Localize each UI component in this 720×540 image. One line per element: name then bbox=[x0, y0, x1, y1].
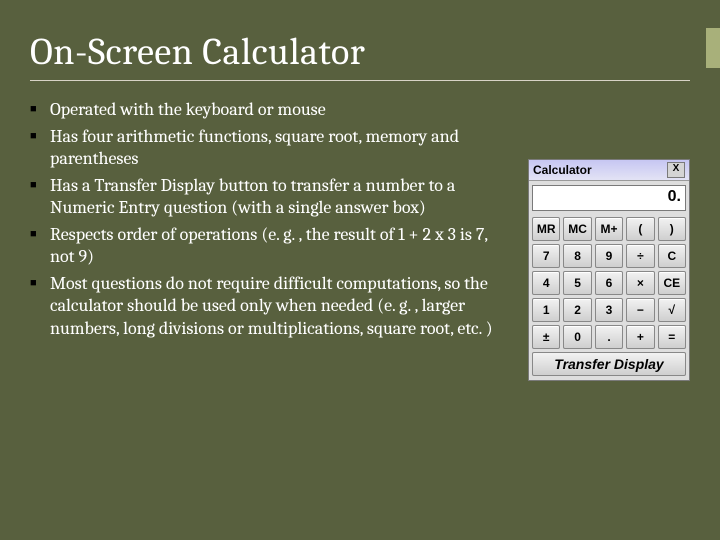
calc-btn-1[interactable]: 1 bbox=[532, 298, 560, 322]
calc-btn-ce[interactable]: CE bbox=[658, 271, 686, 295]
calc-btn-mc[interactable]: MC bbox=[563, 217, 591, 241]
bullet-item: Operated with the keyboard or mouse bbox=[30, 99, 514, 122]
bullet-list: Operated with the keyboard or mouse Has … bbox=[30, 99, 528, 344]
calc-btn-clear[interactable]: C bbox=[658, 244, 686, 268]
calc-btn-0[interactable]: 0 bbox=[563, 325, 591, 349]
calc-btn-7[interactable]: 7 bbox=[532, 244, 560, 268]
calc-btn-mplus[interactable]: M+ bbox=[595, 217, 623, 241]
calc-btn-dot[interactable]: . bbox=[595, 325, 623, 349]
calc-btn-2[interactable]: 2 bbox=[563, 298, 591, 322]
bullet-item: Most questions do not require difficult … bbox=[30, 273, 514, 341]
bullet-item: Has four arithmetic functions, square ro… bbox=[30, 126, 514, 171]
bullet-item: Has a Transfer Display button to transfe… bbox=[30, 175, 514, 220]
calc-btn-divide[interactable]: ÷ bbox=[626, 244, 654, 268]
calc-btn-5[interactable]: 5 bbox=[563, 271, 591, 295]
slide-title: On-Screen Calculator bbox=[30, 30, 690, 74]
calc-btn-lparen[interactable]: ( bbox=[626, 217, 654, 241]
title-accent bbox=[706, 28, 720, 68]
calc-btn-8[interactable]: 8 bbox=[563, 244, 591, 268]
title-underline bbox=[30, 80, 690, 81]
calculator-widget: Calculator X 0. MR MC M+ ( ) 7 8 9 ÷ C 4… bbox=[528, 159, 690, 381]
calc-btn-multiply[interactable]: × bbox=[626, 271, 654, 295]
calc-btn-sqrt[interactable]: √ bbox=[658, 298, 686, 322]
calculator-title: Calculator bbox=[533, 163, 592, 177]
calc-btn-plusminus[interactable]: ± bbox=[532, 325, 560, 349]
calc-btn-plus[interactable]: + bbox=[626, 325, 654, 349]
calculator-titlebar: Calculator X bbox=[529, 160, 689, 181]
close-button[interactable]: X bbox=[667, 162, 685, 178]
calculator-keypad: MR MC M+ ( ) 7 8 9 ÷ C 4 5 6 × CE 1 2 3 … bbox=[529, 214, 689, 352]
calc-btn-6[interactable]: 6 bbox=[595, 271, 623, 295]
slide: On-Screen Calculator Operated with the k… bbox=[0, 0, 720, 540]
content-row: Operated with the keyboard or mouse Has … bbox=[30, 99, 690, 381]
calc-btn-equals[interactable]: = bbox=[658, 325, 686, 349]
bullet-item: Respects order of operations (e. g. , th… bbox=[30, 224, 514, 269]
calc-btn-3[interactable]: 3 bbox=[595, 298, 623, 322]
calculator-display: 0. bbox=[532, 185, 686, 211]
calc-btn-rparen[interactable]: ) bbox=[658, 217, 686, 241]
calc-btn-9[interactable]: 9 bbox=[595, 244, 623, 268]
calc-btn-4[interactable]: 4 bbox=[532, 271, 560, 295]
calc-btn-mr[interactable]: MR bbox=[532, 217, 560, 241]
calc-btn-minus[interactable]: − bbox=[626, 298, 654, 322]
transfer-display-button[interactable]: Transfer Display bbox=[532, 352, 686, 376]
